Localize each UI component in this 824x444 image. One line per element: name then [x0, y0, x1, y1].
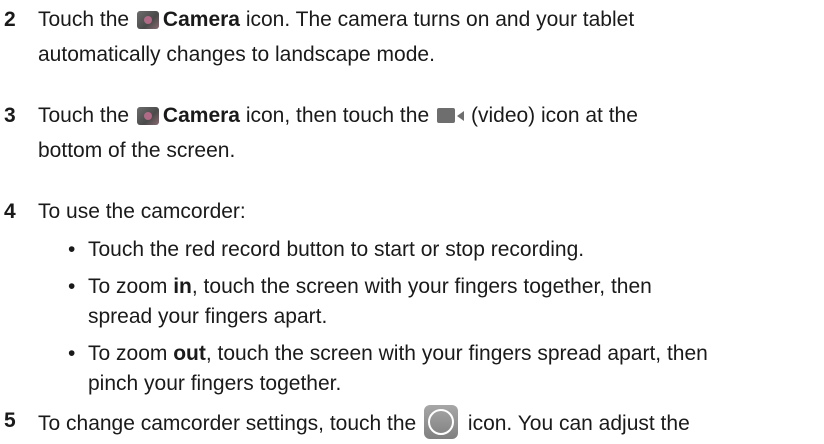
bullet-text: Touch the red record button to start or … — [88, 238, 585, 261]
step-2-line-1: Touch the Camera icon. The camera turns … — [38, 4, 808, 35]
bullet-text: To zoom out, touch the screen with your … — [88, 342, 708, 365]
step-text: icon. You can adjust the — [467, 412, 690, 435]
step-number: 3 — [4, 104, 16, 127]
bullet-text: pinch your fingers together. — [88, 372, 342, 395]
step-text: icon. The camera turns on and your table… — [245, 8, 635, 31]
bullet-text: spread your fingers apart. — [88, 305, 328, 328]
bullet-dot: • — [68, 342, 76, 365]
step-3-line-2: bottom of the screen. — [38, 139, 236, 162]
bullet-dot: • — [68, 275, 76, 298]
step-text: (video) icon at the — [470, 104, 638, 127]
step-text: To change camcorder settings, touch the — [38, 412, 417, 435]
settings-circle-icon — [424, 405, 459, 439]
step-3-line-1: Touch the Camera icon, then touch the (v… — [38, 100, 808, 131]
camera-label: Camera — [162, 104, 240, 127]
instruction-document: 2 Touch the Camera icon. The camera turn… — [0, 0, 824, 444]
camera-icon — [136, 11, 159, 29]
bullet-text: To zoom in, touch the screen with your f… — [88, 275, 652, 298]
step-number: 4 — [4, 200, 16, 223]
step-text: Touch the — [38, 8, 130, 31]
step-text: icon, then touch the — [245, 104, 430, 127]
step-number: 5 — [4, 409, 16, 432]
step-text: Touch the — [38, 104, 130, 127]
step-4-line-1: To use the camcorder: — [38, 200, 246, 223]
step-2-line-2: automatically changes to landscape mode. — [38, 43, 435, 66]
step-number: 2 — [4, 8, 16, 31]
camera-label: Camera — [162, 8, 240, 31]
video-icon — [436, 108, 467, 123]
camera-icon — [136, 107, 159, 125]
bullet-dot: • — [68, 238, 76, 261]
step-5-line-1: To change camcorder settings, touch the … — [38, 405, 808, 439]
